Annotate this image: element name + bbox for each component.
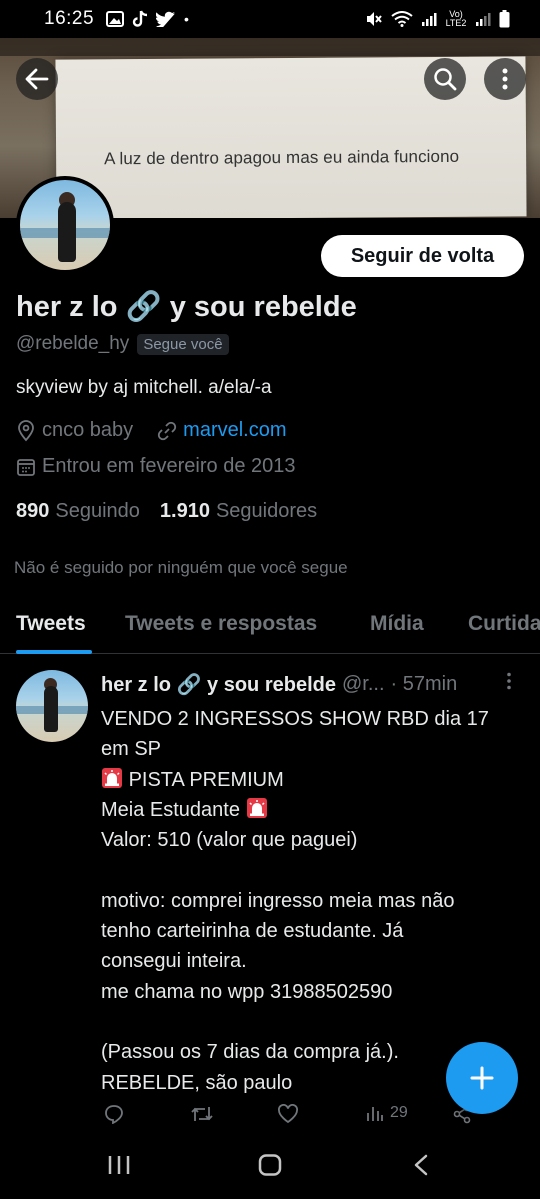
- tweet-line: VENDO 2 INGRESSOS SHOW RBD dia 17: [101, 708, 489, 730]
- recent-apps-icon: [108, 1156, 130, 1174]
- tweet-line: Valor: 510 (valor que paguei): [101, 829, 358, 852]
- recent-apps-button[interactable]: [107, 1154, 131, 1181]
- handle-row: @rebelde_hy Segue você: [16, 333, 229, 355]
- network-label: Vo) LTE2: [445, 9, 467, 28]
- home-button[interactable]: [258, 1154, 282, 1181]
- tweet-line-siren: PISTA PREMIUM: [101, 765, 531, 795]
- search-icon: [434, 68, 457, 91]
- profile-website-link[interactable]: marvel.com: [183, 419, 286, 442]
- tiktok-icon: [132, 10, 148, 27]
- arrow-left-icon: [25, 68, 49, 90]
- battery-icon: [499, 10, 510, 28]
- tweet-line: tenho carteirinha de estudante. Já: [101, 920, 404, 943]
- tweet-line: PISTA PREMIUM: [128, 768, 284, 791]
- profile-handle: @rebelde_hy: [16, 333, 130, 354]
- back-nav-button[interactable]: [412, 1154, 430, 1181]
- tab-media[interactable]: Mídia: [370, 612, 424, 636]
- home-icon: [258, 1154, 282, 1176]
- siren-emoji-icon: [246, 797, 267, 818]
- calendar-icon: [17, 458, 35, 476]
- status-system-icons: Vo) LTE2: [365, 10, 510, 28]
- tweet-author-handle: @r...: [341, 673, 385, 695]
- plus-icon: [470, 1066, 494, 1090]
- profile-meta-joined-row: Entrou em fevereiro de 2013: [16, 455, 296, 478]
- tab-likes[interactable]: Curtidas: [468, 612, 540, 636]
- mute-icon: [367, 12, 382, 26]
- tweet-author-name[interactable]: her z lo 🔗 y sou rebelde: [101, 672, 336, 697]
- location-pin-icon: [18, 419, 34, 441]
- profile-location: cnco baby: [42, 419, 134, 441]
- status-notification-icons: •: [106, 10, 189, 28]
- tweet-line: Meia Estudante: [101, 798, 240, 821]
- tweet-line: em SP: [101, 738, 162, 761]
- heart-icon: [278, 1104, 298, 1124]
- tab-tweets[interactable]: Tweets: [16, 612, 86, 636]
- profile-avatar[interactable]: [16, 176, 114, 274]
- signal-icon: [422, 13, 437, 26]
- reply-icon: [105, 1105, 123, 1124]
- tweet-author-avatar[interactable]: [16, 670, 88, 742]
- system-navigation-bar: [0, 1136, 540, 1199]
- profile-joined-date: Entrou em fevereiro de 2013: [42, 455, 296, 477]
- banner-text: A luz de dentro apagou mas eu ainda func…: [104, 146, 460, 169]
- tweet-line: me chama no wpp 31988502590: [101, 980, 393, 1003]
- tweet-text: VENDO 2 INGRESSOS SHOW RBD dia 17 em SP …: [101, 704, 531, 1098]
- status-time: 16:25: [44, 8, 95, 29]
- mutual-followers-note: Não é seguido por ninguém que você segue: [14, 558, 348, 577]
- retweet-icon: [191, 1107, 213, 1121]
- status-bar: 16:25 • Vo) LTE2: [0, 0, 540, 38]
- profile-bio: skyview by aj mitchell. a/ela/-a: [16, 377, 272, 398]
- followers-count-link[interactable]: 1.910 Seguidores: [160, 500, 317, 523]
- more-options-button[interactable]: [484, 58, 526, 100]
- chevron-left-icon: [414, 1154, 428, 1176]
- tweet-more-button[interactable]: [506, 672, 512, 696]
- views-button[interactable]: 29: [366, 1104, 408, 1122]
- signal-2-icon: [476, 13, 491, 26]
- following-count-link[interactable]: 890 Seguindo: [16, 500, 140, 523]
- wifi-icon: [391, 11, 413, 27]
- views-chart-icon: [367, 1107, 383, 1121]
- link-icon: [158, 421, 177, 440]
- follow-back-button[interactable]: Seguir de volta: [321, 235, 524, 277]
- active-tab-indicator: [16, 650, 92, 654]
- profile-meta-location-row: cnco baby marvel.com: [16, 419, 287, 442]
- tweet-header: her z lo 🔗 y sou rebelde @r... · 57min: [101, 672, 457, 697]
- profile-tabs: Tweets Tweets e respostas Mídia Curtidas: [0, 600, 540, 654]
- tweet-actions: 29: [0, 1104, 540, 1134]
- tweet-timestamp: · 57min: [390, 673, 458, 695]
- follow-counts: 890 Seguindo 1.910 Seguidores: [16, 500, 317, 523]
- like-button[interactable]: [277, 1104, 299, 1124]
- tweet-line-siren: Meia Estudante: [101, 795, 531, 825]
- tweet-line: consegui inteira.: [101, 950, 247, 973]
- search-button[interactable]: [424, 58, 466, 100]
- more-vertical-icon: [502, 68, 508, 90]
- compose-tweet-button[interactable]: [446, 1042, 518, 1114]
- retweet-button[interactable]: [190, 1104, 214, 1124]
- reply-button[interactable]: [104, 1104, 124, 1124]
- dot-indicator: •: [184, 11, 189, 27]
- tweet-line: motivo: comprei ingresso meia mas não: [101, 889, 455, 912]
- twitter-bird-icon: [156, 11, 176, 27]
- follows-you-badge: Segue você: [137, 333, 229, 355]
- back-button[interactable]: [16, 58, 58, 100]
- more-vertical-icon: [507, 672, 511, 690]
- gallery-icon: [106, 11, 125, 27]
- tab-tweets-and-replies[interactable]: Tweets e respostas: [125, 612, 317, 636]
- siren-emoji-icon: [102, 767, 122, 788]
- profile-display-name: her z lo 🔗 y sou rebelde: [16, 291, 357, 323]
- views-count: 29: [390, 1104, 408, 1121]
